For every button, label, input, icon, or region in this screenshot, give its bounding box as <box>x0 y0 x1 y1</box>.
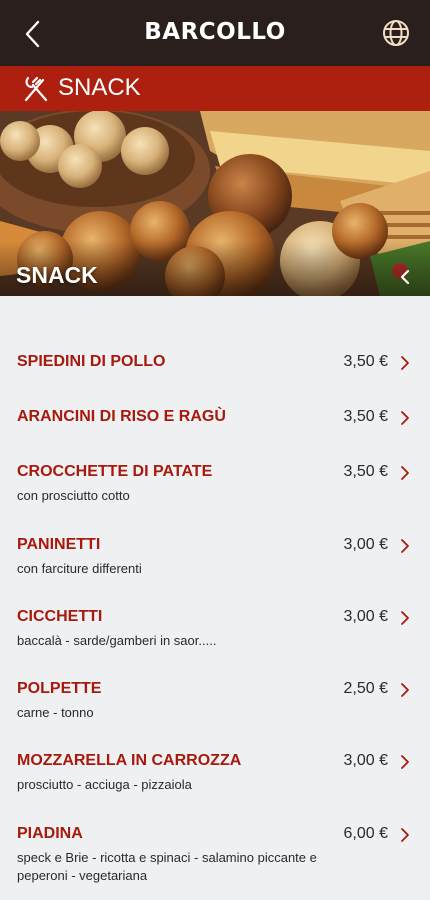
menu-item-name: PANINETTI <box>17 536 101 553</box>
menu-item-price: 3,00 € <box>343 752 388 769</box>
category-title: SNACK <box>58 74 141 101</box>
brand-logo[interactable]: BARCOLLO <box>0 19 430 45</box>
menu-item-price: 2,50 € <box>343 680 388 697</box>
menu-item-name: CROCCHETTE DI PATATE <box>17 463 213 480</box>
menu-item-name: CICCHETTI <box>17 608 103 625</box>
cutlery-icon <box>24 76 48 102</box>
chevron-right-icon[interactable] <box>399 465 411 481</box>
menu-item-price: 3,50 € <box>343 463 388 480</box>
menu-item-price: 3,00 € <box>343 608 388 625</box>
globe-icon[interactable] <box>380 17 412 49</box>
menu-item-name: SPIEDINI DI POLLO <box>17 353 166 370</box>
menu-item-price: 3,50 € <box>343 408 388 425</box>
menu-item-description: con farciture differenti <box>17 561 142 576</box>
chevron-right-icon[interactable] <box>399 538 411 554</box>
chevron-right-icon[interactable] <box>399 682 411 698</box>
chevron-right-icon[interactable] <box>399 610 411 626</box>
category-banner-title: SNACK <box>16 262 98 288</box>
menu-item-description: con prosciutto cotto <box>17 488 130 503</box>
menu-item-name: POLPETTE <box>17 680 102 697</box>
menu-item-price: 3,50 € <box>343 353 388 370</box>
menu-item-price: 3,00 € <box>343 536 388 553</box>
menu-item-name: PIADINA <box>17 825 83 842</box>
chevron-right-icon[interactable] <box>399 827 411 843</box>
menu-item-description: carne - tonno <box>17 705 94 720</box>
menu-item-price: 6,00 € <box>343 825 388 842</box>
menu-item-description: speck e Brie - ricotta e spinaci - salam… <box>17 850 317 883</box>
menu-item-description: prosciutto - acciuga - pizzaiola <box>17 777 192 792</box>
menu-item-description: baccalà - sarde/gamberi in saor..... <box>17 633 217 648</box>
chevron-right-icon[interactable] <box>399 410 411 426</box>
menu-item-name: ARANCINI DI RISO E RAGÙ <box>17 408 226 425</box>
chevron-right-icon[interactable] <box>399 754 411 770</box>
menu-item-name: MOZZARELLA IN CARROZZA <box>17 752 242 769</box>
chevron-left-icon[interactable] <box>398 268 412 286</box>
chevron-right-icon[interactable] <box>399 355 411 371</box>
